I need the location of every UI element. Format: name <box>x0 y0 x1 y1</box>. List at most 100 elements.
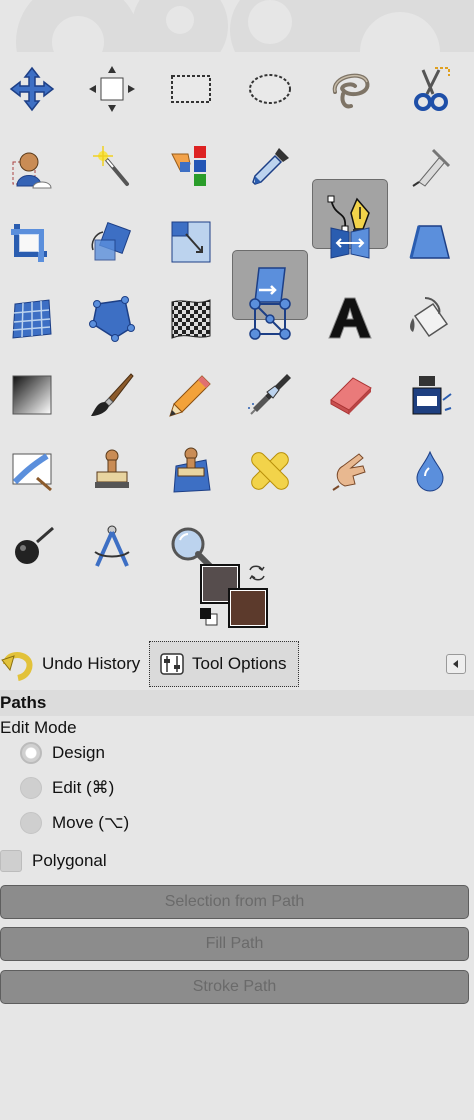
cage-transform-tool[interactable] <box>0 284 70 354</box>
ellipse-select-tool[interactable] <box>232 54 308 124</box>
warp-transform-tool[interactable] <box>153 284 229 354</box>
triangle-left-icon <box>453 660 458 668</box>
mypaint-brush-tool[interactable] <box>0 436 70 506</box>
wilber-banner <box>0 0 474 52</box>
fuzzy-select-tool[interactable] <box>74 132 150 202</box>
align-tool[interactable] <box>74 54 150 124</box>
perspective-tool[interactable] <box>392 208 468 278</box>
background-color-swatch[interactable] <box>228 588 268 628</box>
perspective-icon <box>409 225 450 259</box>
ink-tool[interactable] <box>392 360 468 430</box>
rotate-icon <box>91 221 132 261</box>
text-icon <box>328 297 372 339</box>
dodge-burn-tool[interactable] <box>0 512 70 582</box>
grid-icon <box>12 299 52 339</box>
foreground-select-icon <box>12 152 52 189</box>
warp-icon <box>171 299 211 339</box>
flip-icon <box>330 227 370 259</box>
crop-tool[interactable] <box>0 208 70 278</box>
water-drop-icon <box>416 450 444 492</box>
eraser-icon <box>330 377 372 415</box>
edit-mode-label: Edit Mode <box>0 718 77 737</box>
magic-wand-icon <box>93 146 129 186</box>
handle-transform-icon <box>249 298 291 340</box>
mode-edit-radio[interactable]: Edit (⌘) <box>20 773 114 803</box>
tab-tool-options[interactable]: Tool Options <box>149 641 299 687</box>
ellipse-select-icon <box>249 74 291 104</box>
mode-design-radio[interactable]: Design <box>20 738 105 768</box>
compass-measure-icon <box>94 525 130 567</box>
handle-transform-tool[interactable] <box>232 284 308 354</box>
blur-sharpen-tool[interactable] <box>392 436 468 506</box>
checkbox-box <box>0 850 22 872</box>
flip-tool[interactable] <box>312 208 388 278</box>
selection-from-path-button[interactable]: Selection from Path <box>0 885 469 919</box>
polygonal-checkbox[interactable]: Polygonal <box>0 846 107 876</box>
mode-move-label: Move (⌥) <box>52 813 130 832</box>
radio-selected <box>20 742 42 764</box>
move-icon <box>9 66 55 112</box>
scale-icon <box>171 221 211 263</box>
stroke-path-button[interactable]: Stroke Path <box>0 970 469 1004</box>
airbrush-icon <box>248 374 291 415</box>
mode-edit-label: Edit (⌘) <box>52 778 115 797</box>
radio-unselected <box>20 777 42 799</box>
scissors-icon <box>414 67 450 111</box>
blend-tool[interactable] <box>0 360 70 430</box>
airbrush-tool[interactable] <box>232 360 308 430</box>
color-picker-tool[interactable] <box>232 132 308 202</box>
heal-tool[interactable] <box>232 436 308 506</box>
rect-select-icon <box>171 75 211 103</box>
clone-stamp-icon <box>95 449 129 488</box>
measure-tool[interactable] <box>392 132 468 202</box>
bandage-icon <box>251 452 289 490</box>
fill-path-button[interactable]: Fill Path <box>0 927 469 961</box>
mode-move-radio[interactable]: Move (⌥) <box>20 808 129 838</box>
crop-icon <box>11 224 47 262</box>
eyedropper-icon <box>252 148 289 185</box>
move-tool[interactable] <box>0 54 70 124</box>
color-area <box>196 560 276 632</box>
dock-tabs: Undo History Tool Options <box>0 640 474 691</box>
compass-icon <box>412 148 451 187</box>
scale-tool[interactable] <box>153 208 229 278</box>
smudge-tool[interactable] <box>312 436 388 506</box>
tab-undo-history[interactable]: Undo History <box>0 640 140 688</box>
free-select-tool[interactable] <box>312 54 388 124</box>
perspective-clone-icon <box>173 447 211 493</box>
mypaint-icon <box>12 453 52 492</box>
tab-undo-label: Undo History <box>42 654 141 673</box>
polygonal-label: Polygonal <box>32 851 107 870</box>
rect-select-tool[interactable] <box>153 54 229 124</box>
align-icon <box>89 66 135 112</box>
foreground-select-tool[interactable] <box>0 132 70 202</box>
select-by-color-icon <box>171 146 206 186</box>
unified-transform-tool[interactable] <box>74 284 150 354</box>
rotate-tool[interactable] <box>74 208 150 278</box>
tool-options-title: Paths <box>0 690 474 716</box>
paintbrush-icon <box>91 373 134 416</box>
by-color-select-tool[interactable] <box>153 132 229 202</box>
pencil-tool[interactable] <box>153 360 229 430</box>
swap-colors-icon[interactable] <box>246 562 268 584</box>
paintbrush-tool[interactable] <box>74 360 150 430</box>
text-tool[interactable] <box>312 284 388 354</box>
eraser-tool[interactable] <box>312 360 388 430</box>
scissors-select-tool[interactable] <box>392 54 468 124</box>
measure-compass-tool[interactable] <box>74 512 150 582</box>
tab-menu-button[interactable] <box>446 654 466 674</box>
lasso-icon <box>332 73 370 109</box>
tool-options-icon <box>160 653 184 675</box>
radio-unselected <box>20 812 42 834</box>
clone-tool[interactable] <box>74 436 150 506</box>
cage-icon <box>89 296 135 342</box>
pencil-icon <box>169 375 211 417</box>
bucket-fill-tool[interactable] <box>392 284 468 354</box>
gradient-icon <box>12 375 52 415</box>
bucket-icon <box>410 297 449 338</box>
smudge-hand-icon <box>332 453 366 491</box>
dodge-burn-icon <box>15 526 54 564</box>
perspective-clone-tool[interactable] <box>153 436 229 506</box>
tab-tool-options-label: Tool Options <box>192 654 287 673</box>
default-colors-icon[interactable] <box>198 606 220 628</box>
